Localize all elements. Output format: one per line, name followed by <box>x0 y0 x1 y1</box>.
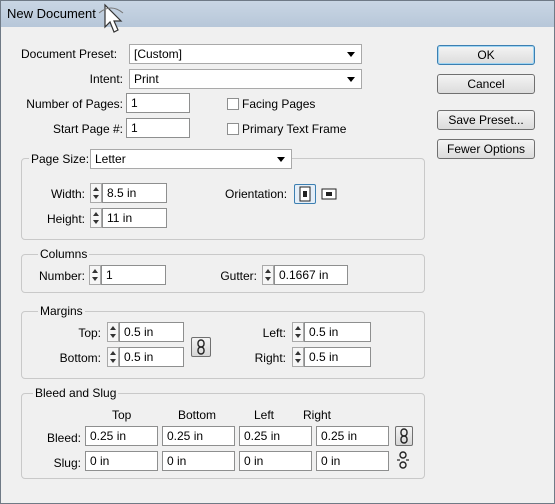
margin-top-stepper[interactable] <box>107 322 119 342</box>
width-stepper[interactable] <box>90 183 102 203</box>
slug-label: Slug: <box>53 456 81 470</box>
margin-bottom-field[interactable]: 0.5 in <box>119 347 184 367</box>
document-preset-value: [Custom] <box>134 47 183 61</box>
intent-label: Intent: <box>89 72 123 86</box>
landscape-orientation-icon <box>321 188 337 200</box>
bleed-right-field[interactable]: 0.25 in <box>316 426 389 446</box>
bleed-top-field[interactable]: 0.25 in <box>85 426 158 446</box>
intent-dropdown[interactable]: Print <box>129 69 362 89</box>
chevron-down-icon <box>347 52 355 57</box>
bleed-header-right: Right <box>303 408 332 422</box>
pointer-cursor-icon <box>98 3 124 33</box>
slug-right-field[interactable]: 0 in <box>316 451 389 471</box>
primary-text-frame-checkbox[interactable] <box>227 123 239 135</box>
title-bar: New Document <box>1 1 554 33</box>
number-of-pages-field[interactable]: 1 <box>126 93 190 113</box>
margin-right-label: Right: <box>254 351 286 365</box>
bleed-left-field[interactable]: 0.25 in <box>239 426 312 446</box>
facing-pages-label: Facing Pages <box>242 97 316 111</box>
bleed-bottom-field[interactable]: 0.25 in <box>162 426 235 446</box>
bleed-header-bottom: Bottom <box>178 408 217 422</box>
page-size-label: Page Size: <box>29 152 92 166</box>
chain-link-icon <box>400 428 408 444</box>
slug-top-field[interactable]: 0 in <box>85 451 158 471</box>
margin-top-field[interactable]: 0.5 in <box>119 322 184 342</box>
bleed-and-slug-title: Bleed and Slug <box>33 386 119 400</box>
portrait-orientation-button[interactable] <box>294 184 316 204</box>
gutter-field[interactable]: 0.1667 in <box>274 265 348 285</box>
height-label: Height: <box>46 212 85 226</box>
facing-pages-checkbox[interactable] <box>227 98 239 110</box>
dialog-title: New Document <box>7 6 96 21</box>
width-label: Width: <box>50 187 85 201</box>
chevron-down-icon <box>347 77 355 82</box>
document-preset-label: Document Preset: <box>21 47 118 61</box>
bleed-label: Bleed: <box>46 431 81 445</box>
slug-link-button[interactable] <box>395 451 413 471</box>
margin-bottom-stepper[interactable] <box>107 347 119 367</box>
columns-number-field[interactable]: 1 <box>101 265 166 285</box>
margins-title: Margins <box>38 304 85 318</box>
page-size-value: Letter <box>95 152 126 166</box>
broken-chain-icon <box>397 451 409 469</box>
chevron-down-icon <box>277 157 285 162</box>
margin-right-field[interactable]: 0.5 in <box>304 347 371 367</box>
number-of-pages-label: Number of Pages: <box>26 97 123 111</box>
new-document-dialog: New Document Document Preset: [Custom] I… <box>0 0 555 504</box>
margin-left-field[interactable]: 0.5 in <box>304 322 371 342</box>
margin-right-stepper[interactable] <box>292 347 304 367</box>
save-preset-button[interactable]: Save Preset... <box>437 110 535 130</box>
slug-left-field[interactable]: 0 in <box>239 451 312 471</box>
bleed-link-button[interactable] <box>395 426 413 446</box>
start-page-field[interactable]: 1 <box>126 118 190 138</box>
bleed-header-left: Left <box>254 408 275 422</box>
gutter-label: Gutter: <box>220 269 257 283</box>
document-preset-dropdown[interactable]: [Custom] <box>129 44 362 64</box>
cancel-button[interactable]: Cancel <box>437 74 535 94</box>
margin-left-stepper[interactable] <box>292 322 304 342</box>
landscape-orientation-button[interactable] <box>319 184 341 204</box>
ok-button[interactable]: OK <box>437 45 535 65</box>
columns-title: Columns <box>38 247 90 261</box>
intent-value: Print <box>134 72 159 86</box>
margin-left-label: Left: <box>262 326 286 340</box>
columns-number-label: Number: <box>38 269 85 283</box>
chain-link-icon <box>197 339 205 355</box>
margin-bottom-label: Bottom: <box>59 351 101 365</box>
bleed-header-top: Top <box>112 408 132 422</box>
width-field[interactable]: 8.5 in <box>102 183 167 203</box>
gutter-stepper[interactable] <box>262 265 274 285</box>
primary-text-frame-label: Primary Text Frame <box>242 122 347 136</box>
margin-top-label: Top: <box>78 326 101 340</box>
portrait-orientation-icon <box>299 186 311 202</box>
fewer-options-button[interactable]: Fewer Options <box>437 139 535 159</box>
height-stepper[interactable] <box>90 208 102 228</box>
start-page-label: Start Page #: <box>52 122 123 136</box>
page-size-dropdown[interactable]: Letter <box>90 149 292 169</box>
columns-number-stepper[interactable] <box>89 265 101 285</box>
slug-bottom-field[interactable]: 0 in <box>162 451 235 471</box>
height-field[interactable]: 11 in <box>102 208 167 228</box>
orientation-label: Orientation: <box>225 187 288 201</box>
make-all-settings-same-button[interactable] <box>191 337 211 357</box>
